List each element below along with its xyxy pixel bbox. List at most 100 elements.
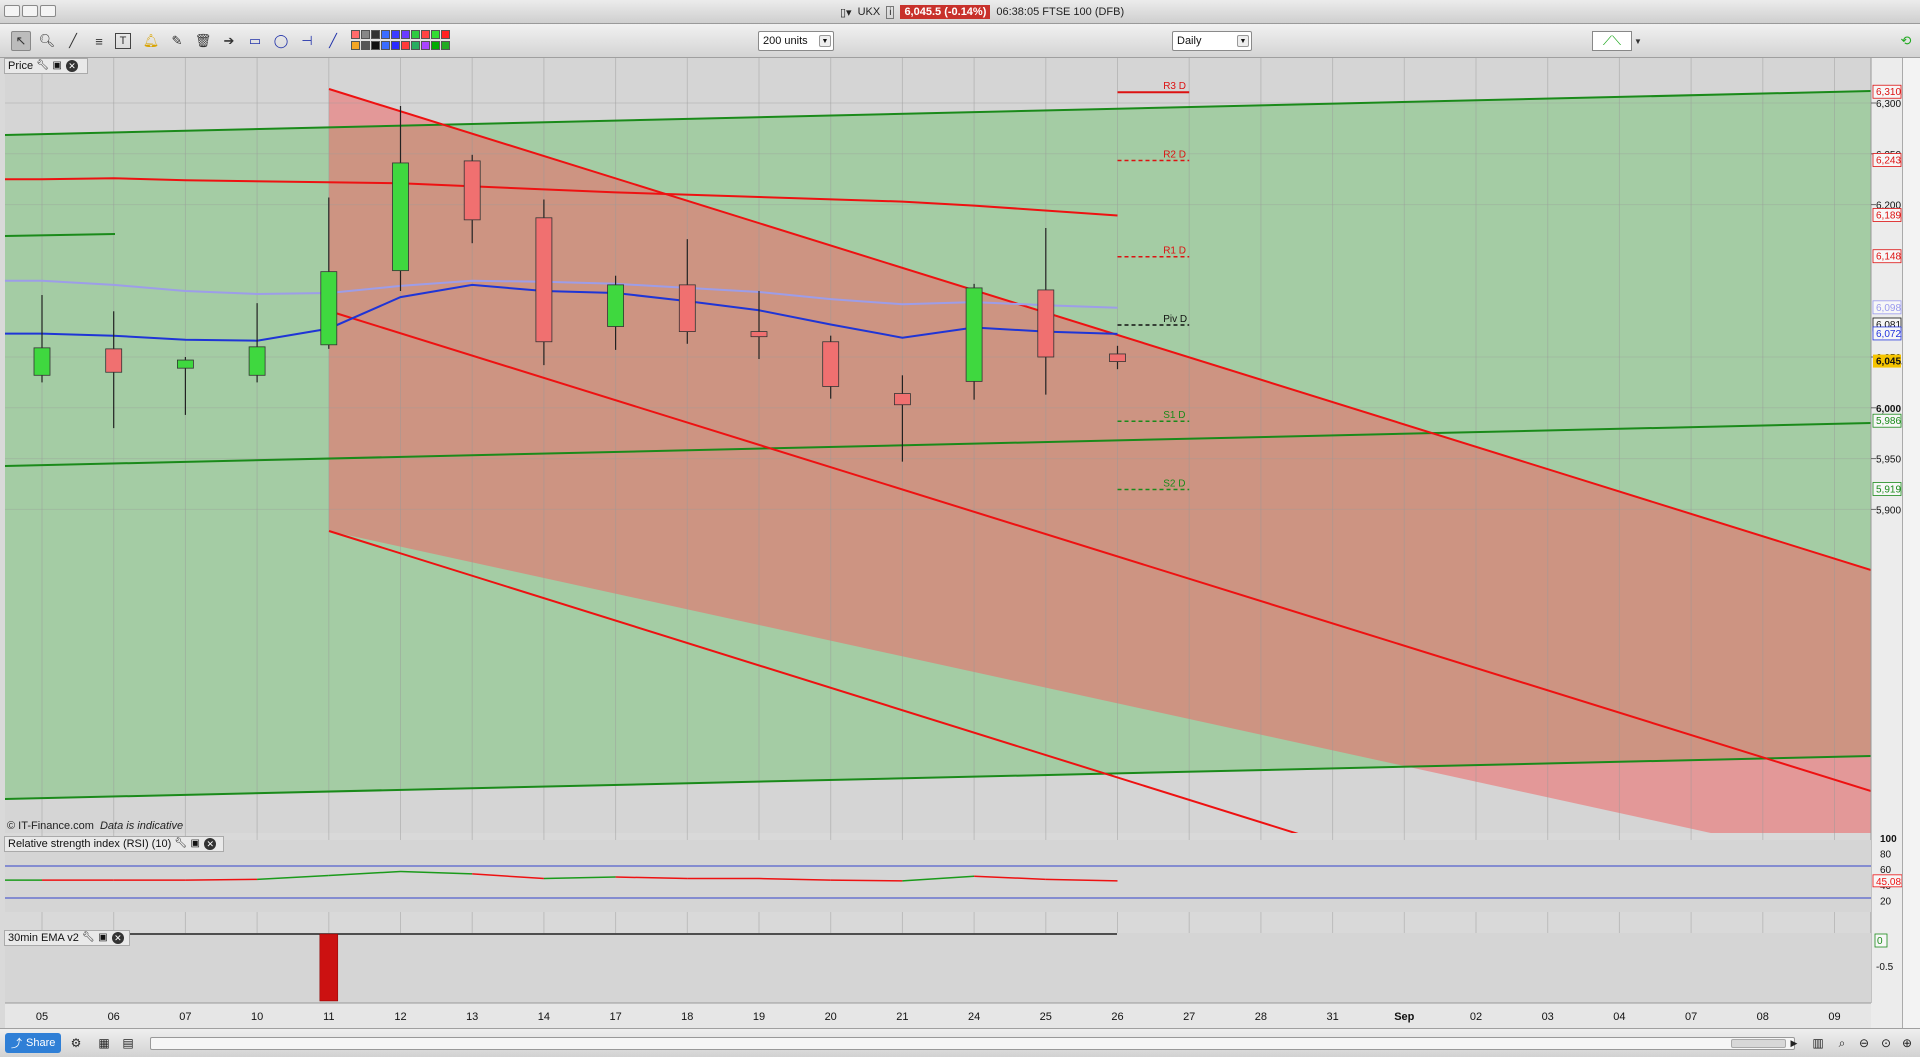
- window-maximize-button[interactable]: [40, 5, 56, 17]
- chevron-down-icon[interactable]: ▼: [1628, 31, 1648, 51]
- window-close-button[interactable]: [4, 5, 20, 17]
- rectangle-icon[interactable]: ▭: [245, 31, 265, 51]
- color-swatch[interactable]: [441, 41, 450, 50]
- period-select[interactable]: Daily ▼: [1172, 31, 1252, 51]
- scrollbar-thumb[interactable]: [1731, 1039, 1786, 1048]
- trash-icon[interactable]: 🗑︎: [193, 31, 213, 51]
- x-axis-bg: [5, 1003, 1871, 1028]
- footer-bar: ⤴Share ⚙ ▦ ▤ ◀ ▶ ▥ ⌕ ⊖ ⊙ ⊕: [0, 1028, 1920, 1057]
- close-icon[interactable]: ✕: [204, 838, 217, 850]
- color-swatch[interactable]: [391, 41, 400, 50]
- color-swatch[interactable]: [371, 30, 380, 39]
- candle-body-down: [750, 331, 768, 338]
- draw-line-icon[interactable]: ╱: [63, 31, 83, 51]
- ema-bar: [319, 933, 339, 1002]
- price-tag-label: 6,045.5: [1876, 357, 1902, 368]
- arrow-icon[interactable]: ➔: [219, 31, 239, 51]
- chart-type-icon[interactable]: ⟋⟍: [1592, 31, 1632, 51]
- candle-body-up: [176, 359, 194, 369]
- color-swatch[interactable]: [391, 30, 400, 39]
- ema-panel-bg: [5, 933, 1871, 1003]
- color-swatch[interactable]: [431, 41, 440, 50]
- table-icon[interactable]: ▤: [120, 1035, 136, 1051]
- ema-panel-label: 30min EMA v2: [8, 932, 79, 944]
- trend-line-icon[interactable]: ╱: [323, 31, 343, 51]
- settings-icon[interactable]: ⚙: [68, 1035, 84, 1051]
- chart-toolbar: ↖ 🔍︎ ╱ ≡ T 🔔︎ ✎ 🗑︎ ➔ ▭ ◯ ⊣ ╱ 200 units ▼…: [0, 24, 1920, 58]
- color-swatch[interactable]: [381, 41, 390, 50]
- wrench-icon[interactable]: 🔧︎: [174, 838, 187, 850]
- rsi-axis-label: 20: [1880, 896, 1892, 907]
- zoom-reset-icon[interactable]: ⊙: [1878, 1035, 1894, 1051]
- color-swatch[interactable]: [431, 30, 440, 39]
- share-button[interactable]: ⤴ Share: [5, 1033, 61, 1053]
- text-icon[interactable]: T: [115, 33, 131, 49]
- rsi-panel-label: Relative strength index (RSI) (10): [8, 838, 172, 850]
- window-icon[interactable]: ▣: [51, 60, 63, 72]
- wrench-icon[interactable]: 🔧︎: [82, 932, 95, 944]
- color-swatch[interactable]: [351, 41, 360, 50]
- window-minimize-button[interactable]: [22, 5, 38, 17]
- pivot-label: S1 D: [1163, 410, 1185, 421]
- candle-body-down: [1037, 289, 1055, 358]
- window-icon[interactable]: ▣: [189, 838, 201, 850]
- pointer-icon[interactable]: ↖: [11, 31, 31, 51]
- color-swatch[interactable]: [381, 30, 390, 39]
- candle-body-down: [463, 160, 481, 221]
- zoom-icon[interactable]: 🔍︎: [37, 31, 57, 51]
- color-swatch[interactable]: [371, 41, 380, 50]
- layout-icon[interactable]: ▦: [96, 1035, 112, 1051]
- color-swatch[interactable]: [441, 30, 450, 39]
- x-axis-tick-label: 28: [1255, 1011, 1267, 1023]
- lasso-icon[interactable]: ◯: [271, 31, 291, 51]
- chevron-down-icon: ▼: [1237, 35, 1249, 47]
- candle-body-down: [1109, 353, 1126, 362]
- rsi-segment: [830, 879, 903, 882]
- horizontal-scrollbar[interactable]: [150, 1037, 1795, 1050]
- zoom-out-icon[interactable]: ⊖: [1856, 1035, 1872, 1051]
- color-swatch[interactable]: [421, 30, 430, 39]
- symbol-label: UKX: [857, 6, 881, 18]
- close-icon[interactable]: ✕: [66, 60, 79, 72]
- candle-body-up: [392, 162, 409, 272]
- zoom-in-icon[interactable]: ⊕: [1899, 1035, 1915, 1051]
- x-axis-tick-label: 13: [466, 1011, 478, 1023]
- color-swatch[interactable]: [401, 30, 410, 39]
- color-swatch[interactable]: [411, 41, 420, 50]
- share-icon: ⤴: [11, 1038, 22, 1050]
- price-panel-label: Price: [8, 60, 34, 72]
- color-swatch[interactable]: [361, 41, 370, 50]
- x-axis-tick-label: 18: [681, 1011, 693, 1023]
- zoom-fit-icon[interactable]: ⌕: [1834, 1035, 1850, 1051]
- candles-icon[interactable]: ▥: [1810, 1035, 1826, 1051]
- window-icon[interactable]: ▣: [97, 932, 109, 944]
- price-badge: 6,045.5 (-0.14%): [900, 5, 991, 19]
- pencil-icon[interactable]: ✎: [167, 31, 187, 51]
- ema-axis-label: -0.5: [1876, 962, 1894, 973]
- scroll-right-icon[interactable]: ▶: [1786, 1035, 1802, 1051]
- wrench-icon[interactable]: 🔧︎: [36, 60, 49, 72]
- pivot-label: R2 D: [1163, 150, 1186, 161]
- x-axis-tick-label: 02: [1470, 1011, 1482, 1023]
- rsi-panel-header: Relative strength index (RSI) (10) 🔧︎ ▣ …: [4, 836, 224, 852]
- price-axis-label: 6,300: [1876, 99, 1901, 110]
- price-axis-label: 6,000: [1876, 404, 1901, 415]
- color-swatch[interactable]: [411, 30, 420, 39]
- color-swatch[interactable]: [351, 30, 360, 39]
- x-axis-tick-label: 27: [1183, 1011, 1195, 1023]
- chart-area[interactable]: R3 DR2 DR1 DPiv DS1 DS2 D 6,3006,2506,20…: [0, 58, 1902, 1028]
- fibonacci-icon[interactable]: ≡: [89, 31, 109, 51]
- watermark-note: Data is indicative: [100, 820, 183, 832]
- x-axis-tick-label: 08: [1757, 1011, 1769, 1023]
- ema-panel-header: 30min EMA v2 🔧︎ ▣ ✕: [4, 930, 130, 946]
- candle-body-down: [822, 341, 840, 387]
- color-swatch[interactable]: [421, 41, 430, 50]
- color-swatch[interactable]: [401, 41, 410, 50]
- units-select[interactable]: 200 units ▼: [758, 31, 834, 51]
- cycle-icon[interactable]: ⟲: [1896, 31, 1916, 51]
- close-icon[interactable]: ✕: [111, 932, 124, 944]
- alert-icon[interactable]: 🔔︎: [141, 31, 161, 51]
- color-swatch[interactable]: [361, 30, 370, 39]
- horizontal-line-icon[interactable]: ⊣: [297, 31, 317, 51]
- x-axis-tick-label: 31: [1326, 1011, 1338, 1023]
